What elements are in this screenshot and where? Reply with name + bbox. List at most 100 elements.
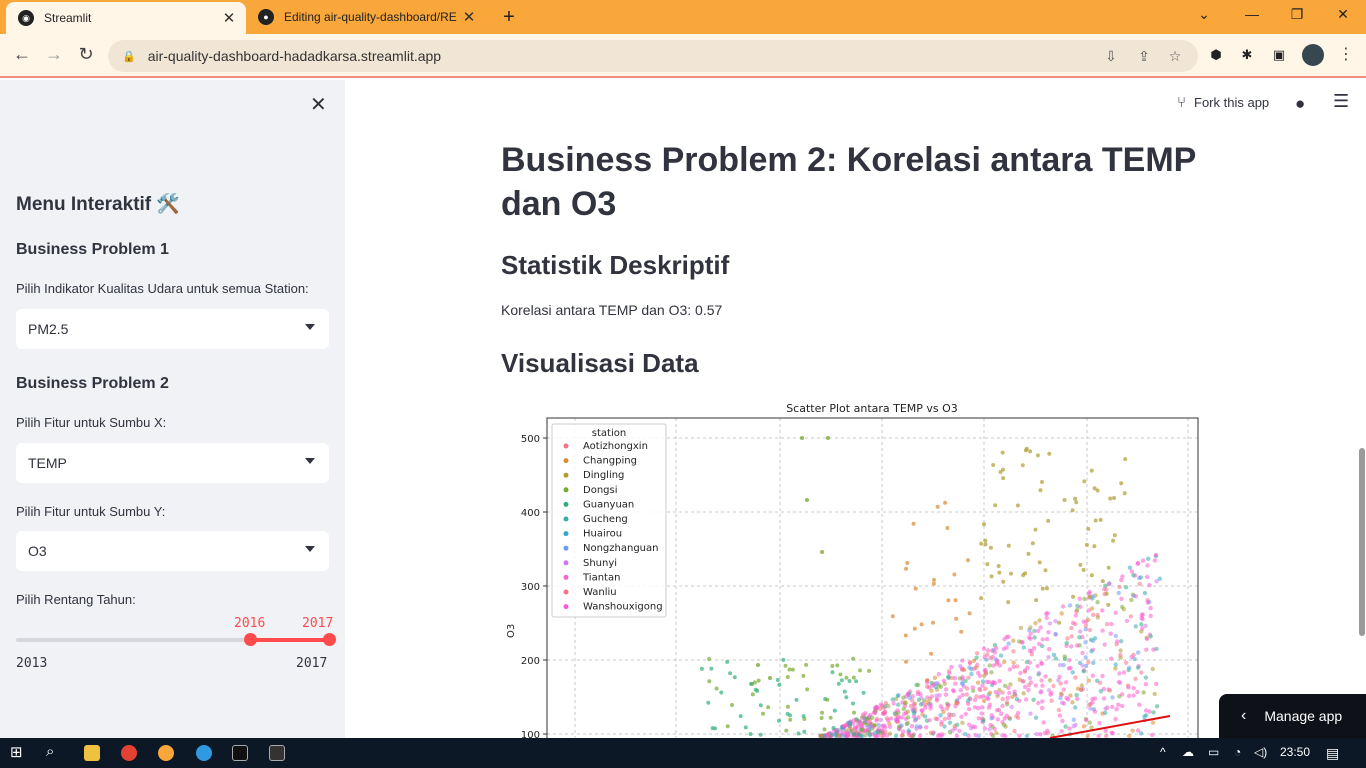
scatter-point (1057, 713, 1062, 718)
scatter-point (978, 687, 983, 693)
page-scrollbar[interactable] (1359, 448, 1365, 636)
range-start-value: 2016 (234, 616, 266, 631)
volume-icon[interactable]: ◁) (1254, 745, 1267, 759)
scatter-point (1045, 586, 1049, 591)
scatter-point (1046, 655, 1051, 660)
scatter-point (979, 705, 985, 710)
scatter-point (957, 728, 962, 734)
tab-search-icon[interactable]: ⌄ (1192, 6, 1216, 23)
scatter-point (945, 526, 950, 530)
manage-app-button[interactable]: ‹ Manage app (1219, 694, 1366, 738)
scatter-point (1047, 678, 1053, 683)
scatter-point (768, 676, 772, 680)
scatter-point (1073, 613, 1078, 618)
caret-down-icon (305, 458, 315, 464)
close-tab-icon[interactable]: ✕ (218, 9, 240, 27)
hamburger-menu-icon[interactable]: ☰ (1333, 91, 1349, 112)
scatter-point (925, 700, 930, 705)
legend-entry: Shunyi (583, 558, 617, 569)
scatter-point (946, 715, 952, 721)
edge-icon[interactable] (196, 745, 212, 761)
range-end-value: 2017 (302, 616, 334, 631)
scatter-point (1110, 731, 1115, 736)
file-explorer-icon[interactable] (84, 745, 100, 761)
scatter-point (820, 710, 824, 715)
x-axis-label: Pilih Fitur untuk Sumbu X: (16, 415, 167, 430)
scatter-point (1113, 633, 1118, 639)
scatter-point (805, 498, 809, 502)
scatter-point (1026, 551, 1031, 556)
chrome-active-icon[interactable] (158, 745, 174, 761)
scatter-point (1106, 687, 1111, 692)
browser-menu-icon[interactable]: ⋮ (1338, 44, 1354, 64)
scatter-point (1120, 703, 1125, 709)
maximize-button[interactable]: ❐ (1285, 6, 1309, 23)
scatter-point (1077, 635, 1082, 640)
scatter-point (997, 678, 1002, 684)
profile-avatar[interactable] (1302, 44, 1324, 66)
scatter-point (988, 722, 993, 728)
x-axis-select[interactable]: TEMP (16, 443, 329, 483)
notifications-icon[interactable]: ▤ (1326, 745, 1339, 762)
clock-time[interactable]: 23:50 (1280, 745, 1310, 759)
chrome-icon[interactable] (121, 745, 137, 761)
side-panel-icon[interactable]: ▣ (1270, 47, 1288, 65)
scatter-point (1006, 543, 1011, 548)
tray-expand-icon[interactable]: ^ (1160, 745, 1166, 759)
tab-streamlit[interactable]: ◉ Streamlit ✕ (6, 2, 246, 34)
legend-entry: Wanliu (583, 587, 617, 598)
scatter-point (1120, 604, 1125, 610)
scatter-point (1136, 650, 1141, 655)
scatter-point (1011, 664, 1016, 669)
scatter-point (1087, 594, 1092, 599)
extension-shield-icon[interactable]: ⬢ (1207, 47, 1225, 65)
y-tick-label: 200 (521, 656, 540, 667)
range-start-handle[interactable] (244, 633, 257, 646)
legend-entry: Changping (583, 456, 637, 467)
scatter-point (1082, 596, 1087, 602)
scatter-point (796, 731, 801, 736)
scatter-point (1154, 704, 1160, 709)
scatter-point (980, 716, 985, 721)
back-button[interactable]: ← (10, 44, 34, 65)
wifi-icon[interactable]: ◔ (1234, 745, 1241, 759)
scatter-point (1126, 693, 1132, 699)
pycharm-icon[interactable] (232, 745, 248, 761)
scatter-point (932, 577, 936, 582)
close-window-button[interactable]: ✕ (1331, 6, 1355, 23)
battery-icon[interactable]: ▭ (1208, 745, 1219, 759)
scatter-point (982, 726, 987, 731)
scatter-point (1109, 656, 1114, 661)
minimize-button[interactable]: — (1240, 6, 1264, 22)
scatter-point (1148, 613, 1153, 619)
onedrive-icon[interactable]: ☁ (1182, 745, 1194, 759)
fork-app-button[interactable]: ⑂ Fork this app (1177, 94, 1269, 111)
scatter-point (1088, 706, 1093, 711)
share-icon[interactable]: ⇪ (1135, 48, 1153, 65)
close-sidebar-icon[interactable]: ✕ (310, 92, 327, 117)
scatter-point (1143, 623, 1148, 628)
scatter-point (1057, 620, 1062, 625)
range-end-handle[interactable] (323, 633, 336, 646)
scatter-point (1028, 625, 1033, 630)
windows-start-icon[interactable]: ⊞ (10, 743, 23, 761)
scatter-point (1119, 481, 1124, 486)
install-app-icon[interactable]: ⇩ (1102, 48, 1120, 65)
scatter-point (955, 722, 960, 727)
url-bar[interactable]: 🔒 air-quality-dashboard-hadadkarsa.strea… (108, 40, 1198, 72)
bookmark-star-icon[interactable]: ☆ (1166, 48, 1184, 65)
github-icon[interactable]: ● (1295, 94, 1305, 114)
terminal-icon[interactable] (269, 745, 285, 761)
search-icon[interactable]: ⌕ (46, 743, 54, 760)
extensions-puzzle-icon[interactable]: ✱ (1238, 47, 1256, 65)
tab-github-editing[interactable]: ● Editing air-quality-dashboard/RE ✕ (250, 0, 486, 34)
new-tab-button[interactable]: + (498, 6, 520, 29)
reload-button[interactable]: ↻ (74, 44, 98, 65)
indicator-select[interactable]: PM2.5 (16, 309, 329, 349)
scatter-point (918, 702, 924, 707)
scatter-point (1119, 596, 1124, 601)
close-tab-icon[interactable]: ✕ (458, 8, 480, 26)
y-axis-select[interactable]: O3 (16, 531, 329, 571)
year-range-fill (250, 638, 329, 642)
forward-button[interactable]: → (42, 44, 66, 65)
